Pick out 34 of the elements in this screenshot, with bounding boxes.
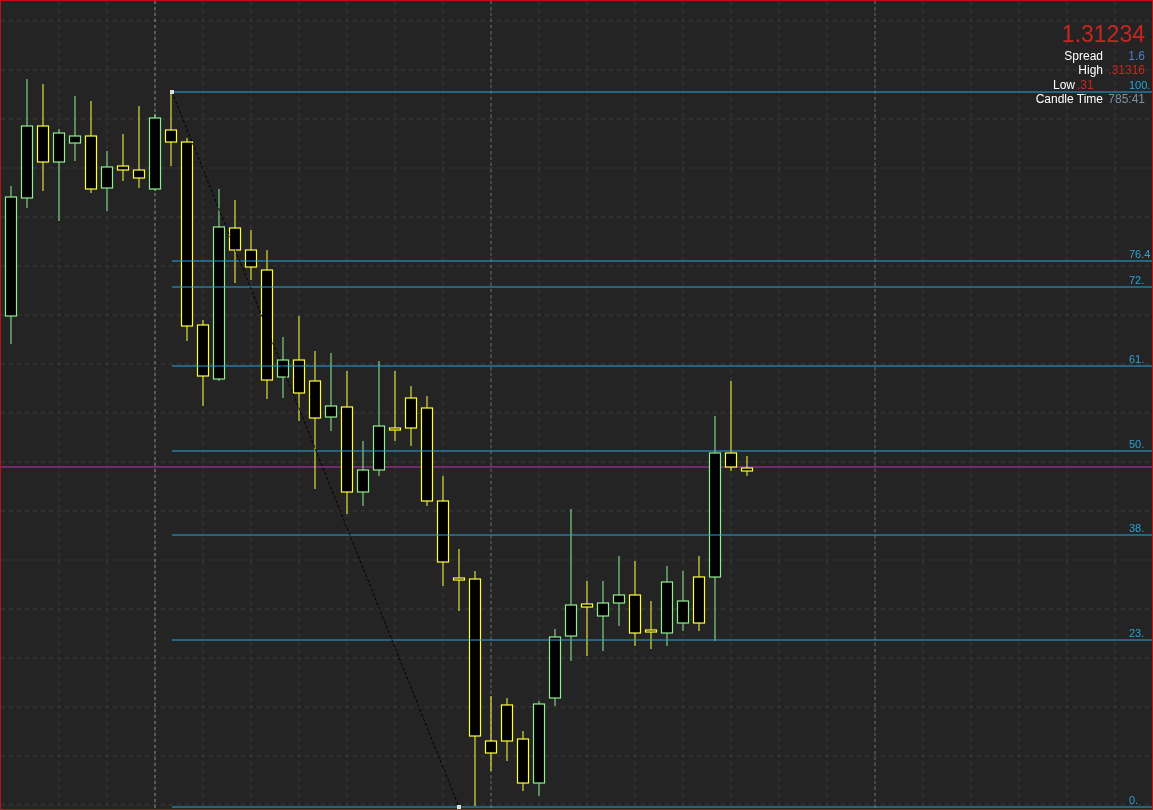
info-value: 1.6 bbox=[1128, 49, 1145, 63]
candle bbox=[612, 555, 626, 627]
fib-level-label: 23. bbox=[1129, 627, 1145, 639]
candle bbox=[68, 95, 82, 162]
fib-level-label: 72. bbox=[1129, 274, 1145, 286]
candle bbox=[404, 385, 418, 447]
candle bbox=[356, 440, 370, 507]
info-value: .31316 bbox=[1108, 63, 1145, 77]
candle bbox=[276, 336, 290, 399]
info-label: High bbox=[1078, 63, 1103, 77]
candle bbox=[644, 600, 658, 650]
candle bbox=[244, 229, 258, 281]
fib-level-label: 61. bbox=[1129, 353, 1145, 365]
candle bbox=[116, 133, 130, 182]
fib-level-label: 50. bbox=[1129, 438, 1145, 450]
fib-level-label: 100. bbox=[1129, 79, 1151, 91]
fib-level-label: 38. bbox=[1129, 522, 1145, 534]
candle bbox=[676, 570, 690, 632]
fib-level-label: 0. bbox=[1129, 794, 1139, 806]
candle bbox=[740, 455, 754, 477]
candle bbox=[596, 580, 610, 652]
candle bbox=[388, 370, 402, 442]
info-label: Low bbox=[1053, 78, 1075, 92]
candle bbox=[516, 730, 530, 792]
fib-level-label: 76.4 bbox=[1129, 248, 1151, 260]
candle bbox=[100, 150, 114, 212]
price-reading: 1.31234 bbox=[1061, 21, 1145, 47]
info-value: 785:41 bbox=[1108, 92, 1145, 106]
info-label: Spread bbox=[1064, 49, 1103, 63]
info-label: Candle Time bbox=[1035, 92, 1103, 106]
info-value: .31 bbox=[1077, 78, 1094, 92]
candle bbox=[500, 697, 514, 762]
trend-line[interactable] bbox=[170, 90, 461, 809]
candle bbox=[452, 548, 466, 612]
